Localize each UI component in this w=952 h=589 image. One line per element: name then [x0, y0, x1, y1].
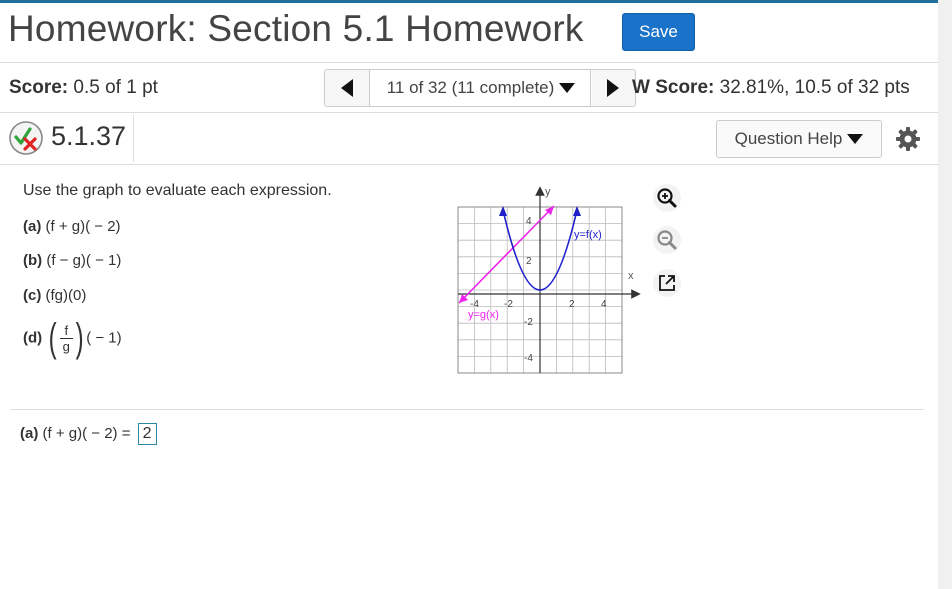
part-expression: (f − g)( − 1) — [46, 252, 122, 269]
question-part-c: (c) (fg)(0) — [23, 287, 86, 304]
answer-row: (a) (f + g)( − 2) = 2 — [20, 423, 157, 445]
answer-input[interactable]: 2 — [137, 423, 157, 445]
caret-down-icon — [559, 83, 576, 93]
y-tick-label: -4 — [524, 353, 533, 364]
question-instruction: Use the graph to evaluate each expressio… — [23, 182, 332, 199]
function-graph: x y -4 -2 2 4 4 2 -2 -4 y=f(x) y=g(x) — [457, 186, 641, 374]
y-tick-label: 2 — [526, 256, 532, 267]
page-title: Homework: Section 5.1 Homework — [8, 8, 584, 49]
part-expression: (fg)(0) — [45, 287, 87, 304]
hw-score-value: 32.81%, 10.5 of 32 pts — [719, 77, 910, 98]
question-select-dropdown[interactable]: 11 of 32 (11 complete) — [370, 70, 592, 106]
top-accent-bar — [0, 0, 952, 3]
next-question-button[interactable] — [590, 70, 635, 106]
open-in-new-window-icon[interactable] — [652, 268, 682, 298]
part-expression: ( − 1) — [86, 329, 122, 347]
divider — [10, 409, 924, 410]
divider — [0, 164, 938, 165]
homework-score-display: W Score: 32.81%, 10.5 of 32 pts — [632, 77, 910, 99]
arrow-right-icon — [607, 79, 619, 97]
question-navigator: 11 of 32 (11 complete) — [324, 69, 636, 107]
y-tick-label: -2 — [524, 317, 533, 328]
y-tick-label: 4 — [526, 216, 532, 227]
answer-expression: (f + g)( − 2) = — [42, 425, 131, 442]
x-tick-label: 4 — [601, 299, 607, 310]
part-label: (a) — [23, 218, 42, 235]
question-number: 5.1.37 — [51, 121, 127, 151]
caret-down-icon — [847, 134, 864, 144]
answer-part-label: (a) — [20, 425, 39, 442]
g-line-label: y=g(x) — [468, 309, 499, 321]
x-tick-label: 2 — [569, 299, 575, 310]
divider — [0, 112, 938, 113]
question-part-d: (d) (f g)( − 1) — [23, 318, 122, 358]
right-paren: ) — [75, 316, 84, 360]
previous-question-button[interactable] — [325, 70, 370, 106]
hw-score-label: W Score: — [632, 77, 715, 98]
fraction-denominator: g — [62, 338, 70, 354]
question-part-a: (a) (f + g)( − 2) — [23, 218, 121, 235]
fraction: fg — [59, 323, 73, 354]
part-label: (b) — [23, 252, 43, 269]
part-label: (c) — [23, 287, 42, 304]
scrollbar[interactable] — [938, 0, 952, 589]
question-help-button[interactable]: Question Help — [716, 120, 882, 158]
partial-credit-icon — [9, 121, 43, 155]
part-label: (d) — [23, 329, 43, 347]
score-value: 0.5 of 1 pt — [73, 77, 158, 98]
x-axis-label: x — [628, 270, 634, 282]
f-curve-label: y=f(x) — [574, 229, 602, 241]
zoom-in-button[interactable] — [652, 183, 682, 213]
question-select-label: 11 of 32 (11 complete) — [386, 78, 555, 97]
score-label: Score: — [9, 77, 69, 98]
y-axis-label: y — [545, 186, 551, 198]
arrow-left-icon — [341, 79, 353, 97]
left-paren: ( — [48, 316, 57, 360]
gear-icon[interactable] — [895, 126, 921, 152]
divider — [0, 62, 938, 63]
fraction-numerator: f — [59, 323, 73, 339]
divider — [133, 115, 134, 162]
part-expression: (f + g)( − 2) — [45, 218, 121, 235]
question-part-b: (b) (f − g)( − 1) — [23, 252, 121, 269]
x-tick-label: -2 — [504, 299, 513, 310]
save-button[interactable]: Save — [622, 13, 695, 51]
score-display: Score: 0.5 of 1 pt — [9, 77, 158, 99]
zoom-out-button[interactable] — [652, 225, 682, 255]
question-help-label: Question Help — [734, 129, 843, 148]
